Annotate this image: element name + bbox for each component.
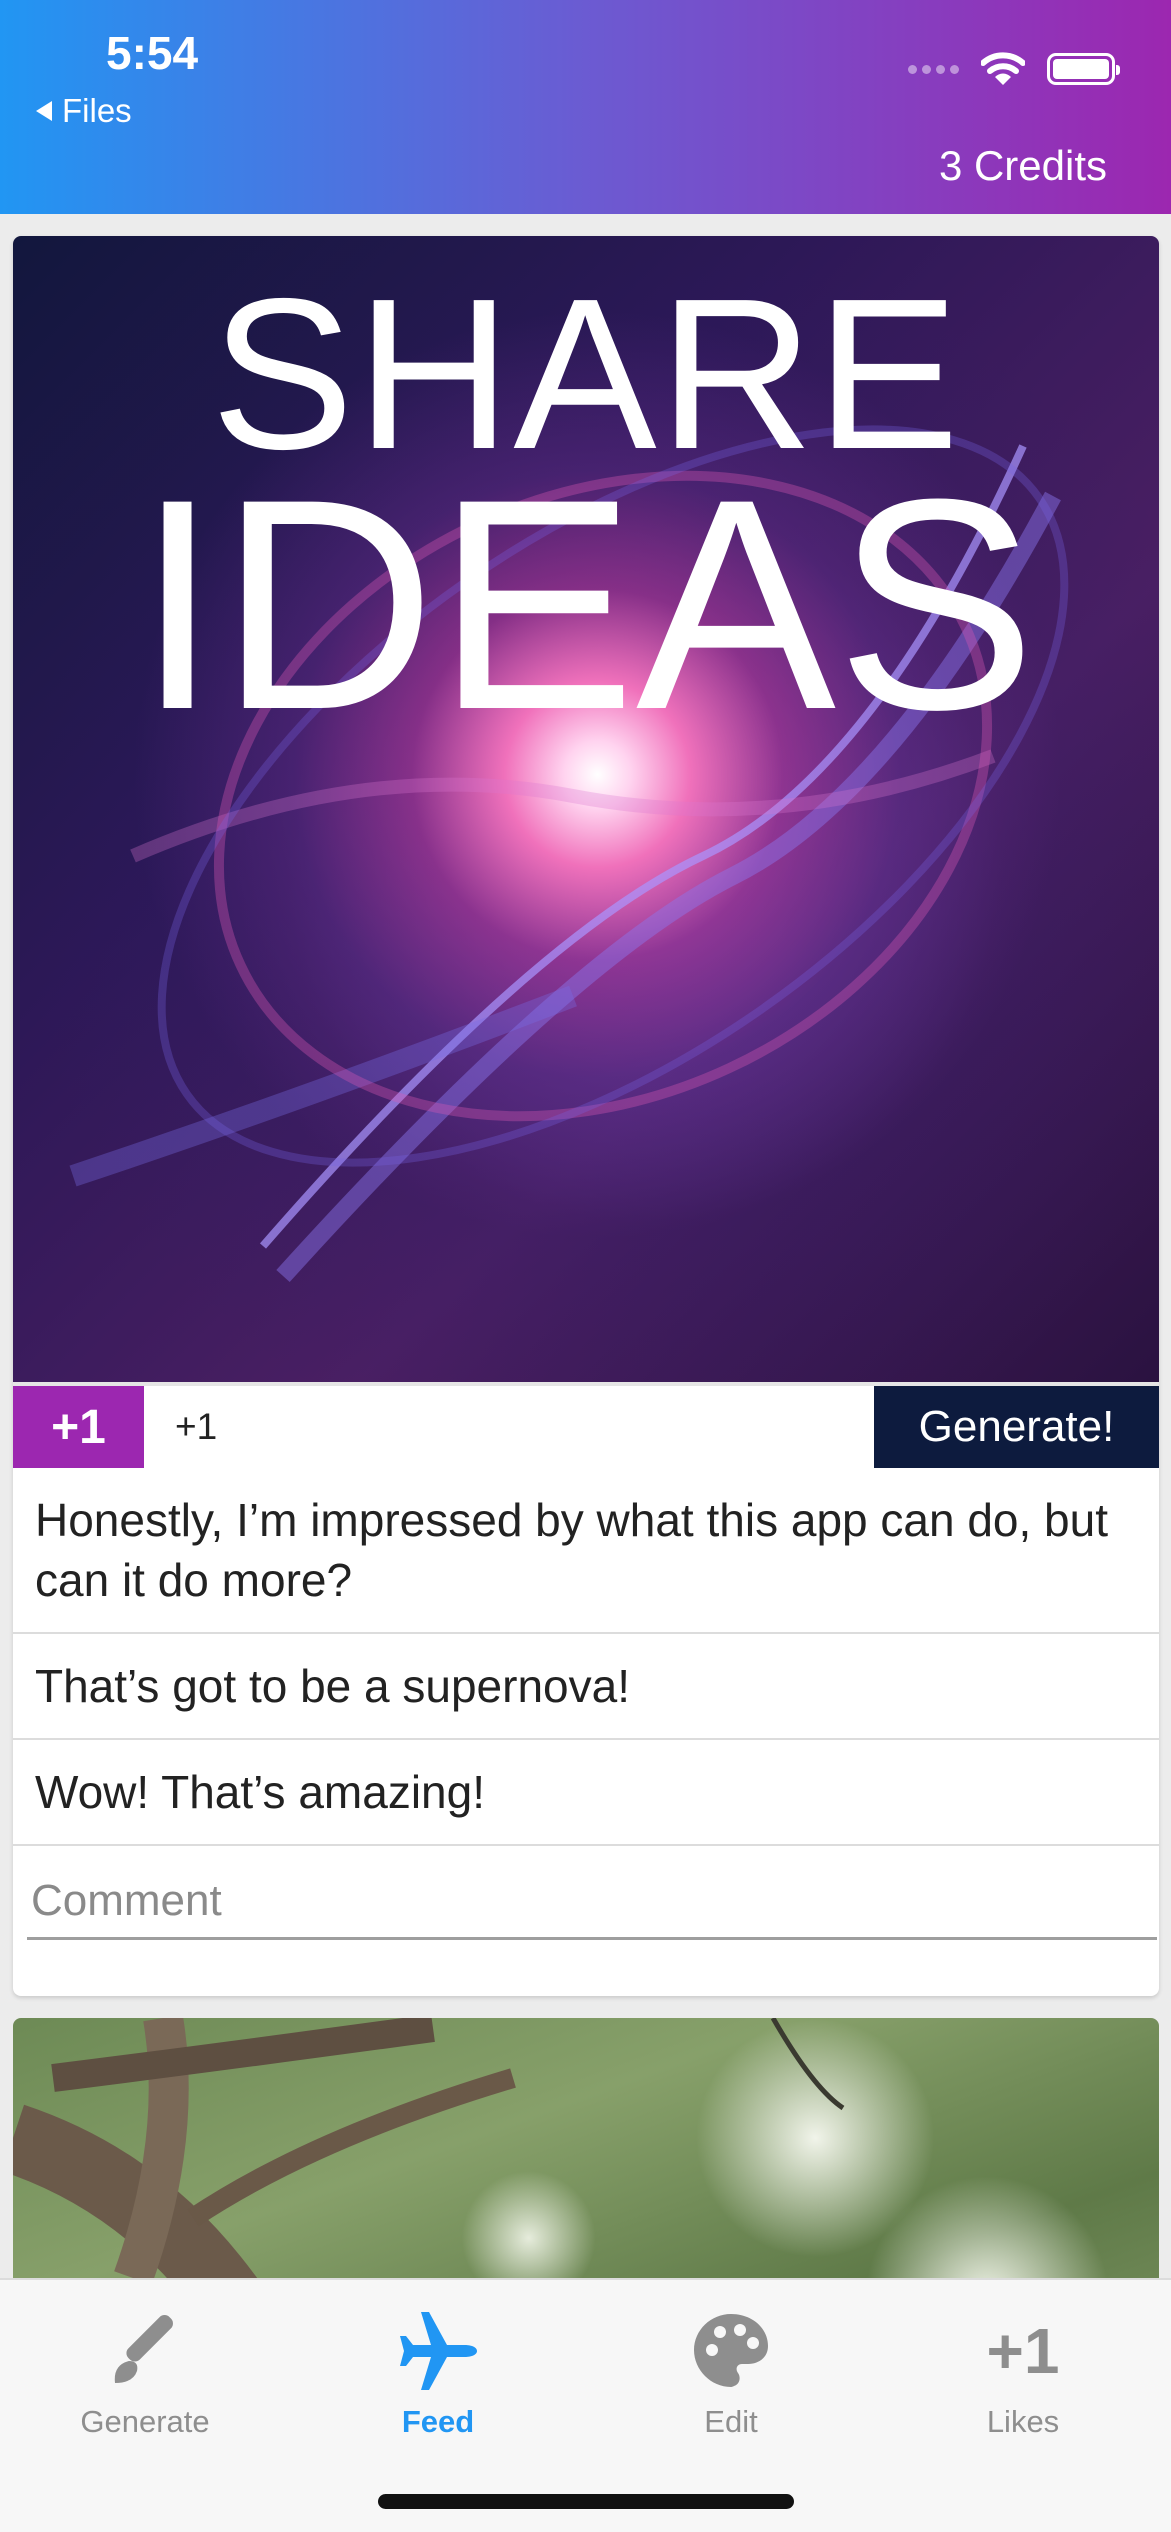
airplane-icon [338,2306,538,2396]
wifi-icon [981,52,1025,85]
tab-generate-label: Generate [80,2404,210,2439]
comment-input-container [13,1844,1159,1956]
image-text-ideas: IDEAS [135,436,1037,772]
tab-edit[interactable]: Edit [631,2306,831,2440]
tab-likes-label: Likes [986,2404,1060,2439]
comment-input[interactable] [27,1864,1157,1940]
plus-one-icon: +1 [923,2306,1123,2396]
app-screen: 5:54 Files 3 Credits SHARE IDEAS +1 +1 G… [0,0,1171,2532]
comment-item: That’s got to be a supernova! [13,1632,1159,1738]
generate-button[interactable]: Generate! [874,1386,1159,1468]
like-count: +1 [175,1406,218,1447]
app-header: 5:54 Files 3 Credits [0,0,1171,214]
palette-icon [631,2306,831,2396]
back-triangle-icon [36,101,52,121]
plus-one-button[interactable]: +1 [13,1386,144,1468]
back-to-files-link[interactable]: Files [36,92,132,130]
battery-icon [1047,53,1120,85]
post-action-row: +1 +1 Generate! [13,1382,1159,1468]
comment-item: Honestly, I’m impressed by what this app… [35,1494,1109,1606]
back-link-label: Files [62,92,132,129]
tab-feed-label: Feed [401,2404,475,2439]
cellular-signal-icon [908,64,959,74]
feed-post-card: SHARE IDEAS +1 +1 Generate! Honestly, I’… [13,236,1159,1996]
plus-one-glyph: +1 [986,2315,1060,2387]
paintbrush-icon [45,2306,245,2396]
comment-item: Wow! That’s amazing! [13,1738,1159,1844]
status-icons [908,52,1120,86]
tab-edit-label: Edit [704,2404,758,2439]
credits-counter: 3 Credits [938,142,1107,189]
post-image: SHARE IDEAS [13,236,1159,1382]
tab-likes[interactable]: +1 Likes [923,2306,1123,2440]
home-indicator[interactable] [378,2494,794,2509]
status-time: 5:54 [106,27,199,79]
tab-generate[interactable]: Generate [45,2306,245,2440]
tab-feed[interactable]: Feed [338,2306,538,2440]
